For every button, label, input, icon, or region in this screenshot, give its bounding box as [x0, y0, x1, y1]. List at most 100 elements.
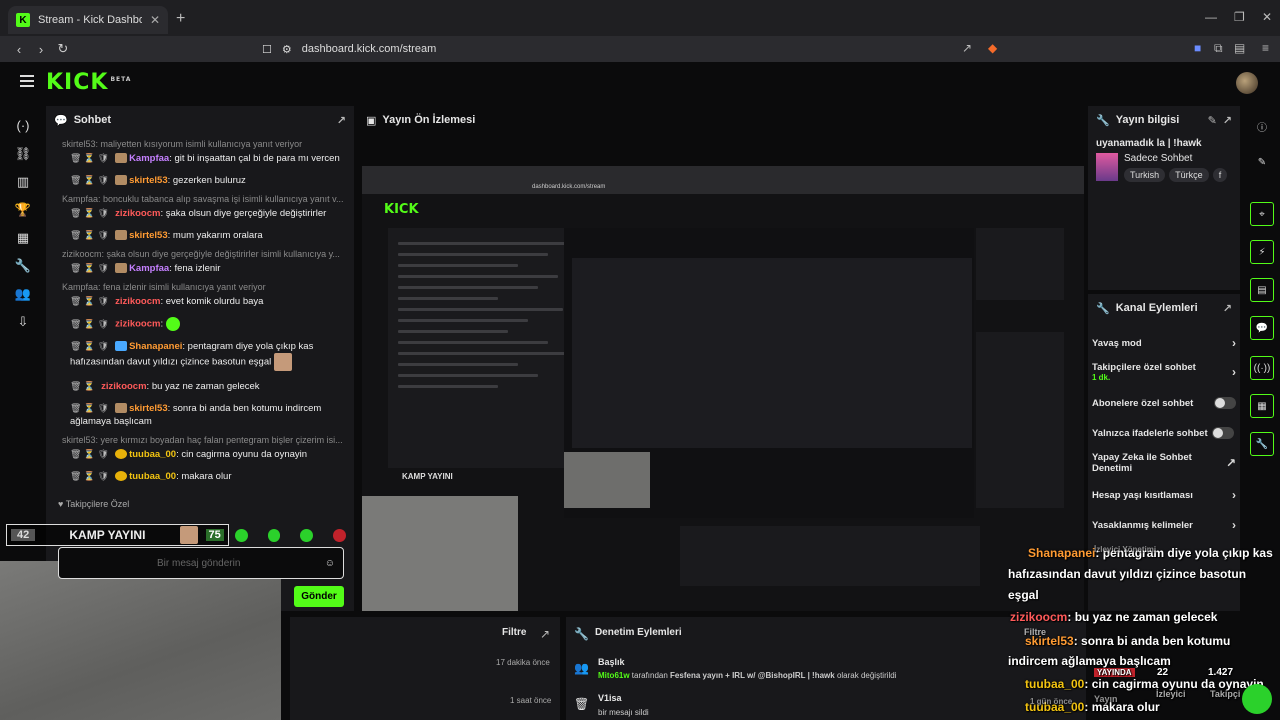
address-bar[interactable]: ☐ ⚙ dashboard.kick.com/stream [262, 39, 942, 59]
preview-webcam [362, 496, 518, 611]
edit-stream-info-icon[interactable]: ✎ [1208, 114, 1217, 127]
menu-icon[interactable]: ≡ [1262, 41, 1269, 55]
new-tab-icon[interactable]: + [176, 10, 185, 28]
send-button[interactable]: Gönder [294, 586, 344, 607]
chat-message: 🗑 ⏳ 🛡 zizikoocm: şaka olsun diye gerçeğiy… [70, 208, 327, 219]
tool-icon[interactable]: 🔧 [1250, 432, 1274, 456]
wrench-icon: 🔧 [574, 627, 589, 641]
emotes-only-action[interactable]: Yalnızca ifadelerle sohbet [1092, 427, 1236, 439]
edit-icon[interactable]: ✎ [1250, 150, 1274, 174]
category-name: Sadece Sohbet [1124, 153, 1193, 164]
kick-favicon-icon: K [16, 13, 30, 27]
minimize-icon[interactable]: — [1205, 10, 1217, 24]
grid-icon[interactable]: ▦ [1250, 394, 1274, 418]
filter-time: 1 saat önce [510, 696, 552, 705]
overlay-follower-label: Takipçi [1210, 689, 1241, 699]
nav-trophy-icon[interactable]: 🏆 [14, 202, 32, 220]
restore-icon[interactable]: ❐ [1234, 10, 1245, 24]
overlay-chat-line: hafızasından davut yıldızı çizince basot… [1008, 567, 1247, 581]
share-icon[interactable]: ↗ [962, 41, 972, 55]
broadcast-icon[interactable]: ((·)) [1250, 356, 1274, 380]
filter-panel: Filtre ↗ 17 dakika önce 1 saat önce [290, 617, 560, 720]
popout-filter-icon[interactable]: ↗ [540, 627, 550, 641]
chat-message: 🗑 ⏳ 🛡 Shanapanei: pentagram diye yola çık… [52, 337, 348, 377]
lightning-icon[interactable]: ⚡ [1250, 240, 1274, 264]
kick-logo[interactable]: KICK BETA [46, 70, 131, 95]
green-emote-icon [300, 528, 314, 542]
popout-info-icon[interactable]: ↗ [1223, 114, 1232, 127]
mini-stream-title: KAMP YAYINI [402, 472, 453, 481]
overlay-chat-line: skirtel53: sonra bi anda ben kotumu [1025, 634, 1231, 648]
wrench-icon: 🔧 [1096, 302, 1110, 315]
reply-context: skirtel53: maliyetten kısıyorum isimli k… [62, 139, 303, 149]
tag: Türkçe [1169, 168, 1209, 182]
nav-wrench-icon[interactable]: 🔧 [14, 258, 32, 276]
chat-messages[interactable]: skirtel53: maliyetten kısıyorum isimli k… [46, 134, 354, 493]
channel-actions-title: Kanal Eylemleri [1115, 302, 1198, 314]
emotes-only-toggle[interactable] [1211, 427, 1234, 439]
nav-link-icon[interactable]: ⛓ [14, 146, 32, 164]
nav-download-icon[interactable]: ⇩ [14, 314, 32, 332]
stream-info-title: Yayın bilgisi [1115, 114, 1180, 126]
bookmark-icon[interactable]: ☐ [262, 43, 272, 56]
close-tab-icon[interactable]: ✕ [150, 13, 160, 27]
nav-layout-icon[interactable]: ▦ [14, 230, 32, 248]
chat-message: 🗑 ⏳ 🛡 zizikoocm: [52, 314, 348, 337]
account-age-action[interactable]: Hesap yaşı kısıtlaması › [1092, 488, 1236, 502]
subscribers-only-action[interactable]: Abonelere özel sohbet [1092, 397, 1236, 409]
chat-message: 🗑 ⏳ 🛡 skirtel53: gezerken buluruz [70, 175, 246, 186]
browser-toolbar: ‹ › ↻ ☐ ⚙ dashboard.kick.com/stream ↗ ◆ … [0, 36, 1280, 62]
ai-moderation-action[interactable]: Yapay Zeka ile Sohbet Denetimi ↗ [1092, 452, 1236, 474]
webcam-overlay [0, 561, 281, 720]
banned-words-action[interactable]: Yasaklanmış kelimeler › [1092, 518, 1236, 532]
nav-stream-icon[interactable]: (·) [14, 118, 32, 136]
slow-mode-action[interactable]: Yavaş mod › [1092, 336, 1236, 350]
popout-actions-icon[interactable]: ↗ [1223, 302, 1232, 315]
nav-analytics-icon[interactable]: ▥ [14, 174, 32, 192]
chat-message: 🗑 ⏳ 🛡 Kampfaa: git bi inşaattan çal bi de… [70, 153, 340, 164]
preview-icon: ▣ [366, 114, 377, 127]
mod-row-detail: bir mesajı sildi [598, 708, 649, 717]
back-icon[interactable]: ‹ [8, 42, 30, 57]
overlay-chat-line: indircem ağlamaya başlıcam [1008, 654, 1171, 668]
stream-name: uyanamadık la | !hawk [1096, 138, 1202, 149]
url-text: dashboard.kick.com/stream [301, 43, 437, 55]
info-icon[interactable]: ⓘ [1250, 114, 1274, 138]
chat-message: 🗑 ⏳ 🛡 tuubaa_00: cin cagirma oyunu da oyn… [70, 449, 308, 460]
stream-preview-panel: ▣ Yayın Ön İzlemesi dashboard.kick.com/s… [360, 106, 1084, 611]
stream-preview-video[interactable]: dashboard.kick.com/stream KICK KAMP YAYI… [362, 166, 1084, 611]
sidebar-icon[interactable]: ▤ [1234, 41, 1245, 55]
mini-browser-chrome: dashboard.kick.com/stream [362, 166, 1084, 194]
chat-message: 🗑 ⏳ 🛡 tuubaa_00: makara olur [70, 471, 232, 482]
tag: f [1212, 168, 1228, 182]
hamburger-menu-icon[interactable] [20, 75, 34, 87]
site-settings-icon[interactable]: ⚙ [282, 43, 292, 56]
channel-actions-panel: 🔧 Kanal Eylemleri ↗ Yavaş mod › Takipçile… [1088, 294, 1240, 611]
green-emote-icon [1242, 684, 1272, 714]
chat-message: 🗑 ⏳ 🛡 zizikoocm: evet komik olurdu baya [70, 296, 264, 307]
chat-message-input[interactable]: Bir mesaj gönderin ☺ [58, 547, 344, 579]
brave-shield-icon[interactable]: ◆ [988, 41, 997, 55]
nav-users-icon[interactable]: 👥 [14, 286, 32, 304]
user-avatar[interactable] [1236, 72, 1258, 94]
chevron-right-icon: › [1232, 488, 1236, 502]
extension-icon[interactable]: ■ [1194, 41, 1201, 55]
streamer-face-icon [179, 526, 198, 544]
forward-icon[interactable]: › [30, 42, 52, 57]
extensions-puzzle-icon[interactable]: ⧉ [1214, 41, 1223, 56]
document-icon[interactable]: ▤ [1250, 278, 1274, 302]
emoji-icon[interactable]: ☺ [325, 558, 335, 569]
chat-icon: 💬 [54, 114, 68, 127]
reload-icon[interactable]: ↻ [52, 41, 74, 57]
mini-kick-logo: KICK [384, 202, 419, 217]
stream-info-panel: 🔧 Yayın bilgisi ✎ ↗ uyanamadık la | !haw… [1088, 106, 1240, 290]
overlay-chat-line: eşgal [1008, 588, 1039, 602]
close-window-icon[interactable]: ✕ [1262, 10, 1272, 24]
scan-icon[interactable]: ⌖ [1250, 202, 1274, 226]
popout-chat-icon[interactable]: ↗ [337, 114, 346, 127]
browser-tab[interactable]: K Stream - Kick Dashboard ✕ [8, 6, 168, 34]
subscribers-only-toggle[interactable] [1214, 397, 1236, 409]
chat-bubble-icon[interactable]: 💬 [1250, 316, 1274, 340]
followers-only-action[interactable]: Takipçilere özel sohbet 1 dk. › [1092, 362, 1236, 382]
filter-time: 17 dakika önce [496, 658, 550, 667]
